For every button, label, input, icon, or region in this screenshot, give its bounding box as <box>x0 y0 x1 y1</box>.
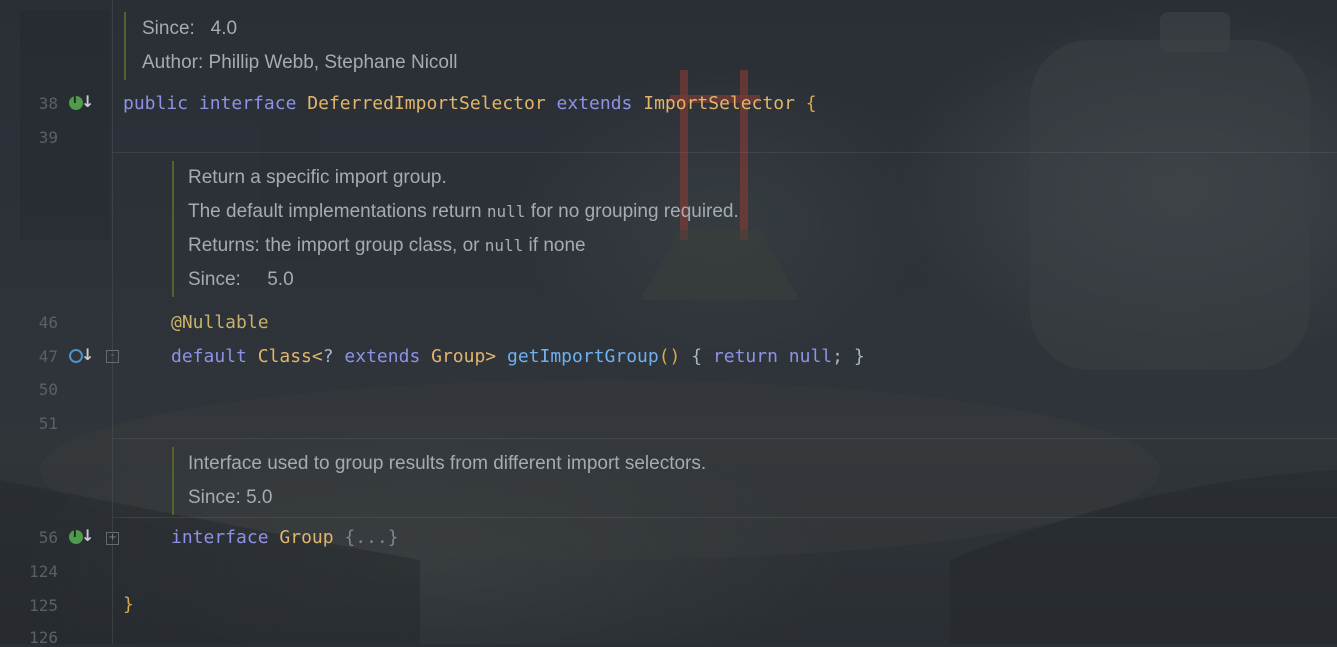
doc-line: The default implementations return null … <box>188 201 739 222</box>
doc-line: Return a specific import group. <box>188 167 447 188</box>
doc-comment-group: Interface used to group results from dif… <box>172 447 706 515</box>
nested-interface: interface Group {...} <box>171 527 399 548</box>
doc-comment-class: Since: 4.0 Author: Phillip Webb, Stephan… <box>124 12 457 80</box>
doc-comment-method: Return a specific import group. The defa… <box>172 161 739 297</box>
separator <box>113 152 1337 153</box>
down-arrow-icon[interactable]: ↓ <box>81 92 94 111</box>
line-number: 125 <box>29 596 58 615</box>
folded-region[interactable]: {...} <box>344 527 398 548</box>
line-number: 39 <box>38 128 58 147</box>
doc-since: Since: 5.0 <box>188 487 273 508</box>
interface-declaration: public interface DeferredImportSelector … <box>123 93 817 114</box>
separator <box>113 517 1337 518</box>
gutter-divider <box>112 0 113 644</box>
doc-returns: Returns: the import group class, or null… <box>188 235 586 256</box>
doc-line: Interface used to group results from dif… <box>188 453 707 474</box>
closing-brace: } <box>123 594 134 615</box>
line-number: 124 <box>29 562 58 581</box>
method-declaration: default Class<? extends Group> getImport… <box>171 346 865 367</box>
fold-icon[interactable]: + <box>106 532 119 545</box>
line-number: 46 <box>38 313 58 332</box>
line-number: 51 <box>38 414 58 433</box>
doc-author: Author: Phillip Webb, Stephane Nicoll <box>142 52 458 73</box>
line-number: 47 <box>38 347 58 366</box>
doc-since: Since: 4.0 <box>142 18 238 39</box>
separator <box>113 438 1337 439</box>
line-number: 56 <box>38 528 58 547</box>
down-arrow-icon[interactable]: ↓ <box>81 345 94 364</box>
line-number: 50 <box>38 380 58 399</box>
line-number: 126 <box>29 628 58 647</box>
fold-icon[interactable]: - <box>106 350 119 363</box>
doc-since: Since: 5.0 <box>188 269 294 290</box>
down-arrow-icon[interactable]: ↓ <box>81 526 94 545</box>
line-number: 38 <box>38 94 58 113</box>
annotation: @Nullable <box>171 312 269 333</box>
